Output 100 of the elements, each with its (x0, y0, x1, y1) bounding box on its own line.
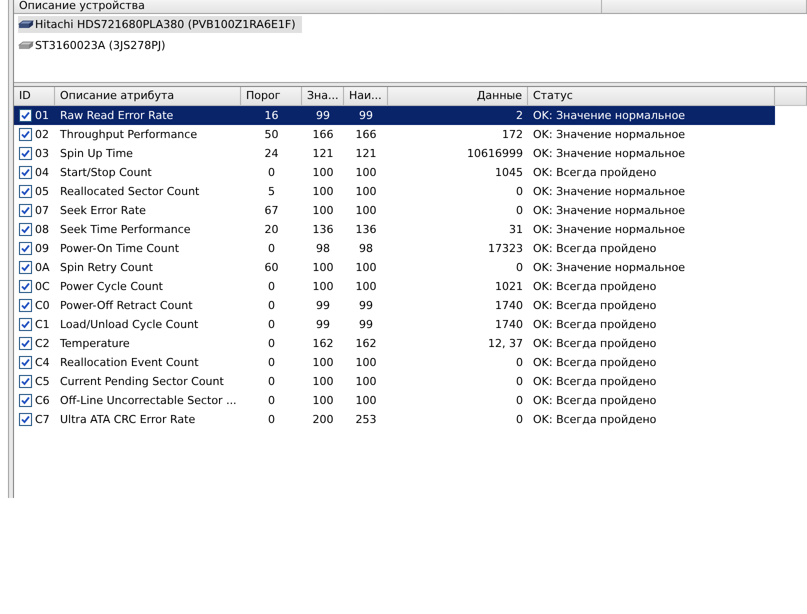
table-row[interactable]: C5 Current Pending Sector Count 0 100 100 0 OK: Всегда пройдено (14, 372, 775, 391)
table-cell-text: Spin Up Time (59, 147, 134, 160)
attribute-id: C4 (35, 356, 50, 369)
table-cell-text: 0 (267, 280, 276, 293)
table-row[interactable]: C4 Reallocation Event Count 0 100 100 0 OK: Всегда пройдено (14, 353, 775, 372)
table-cell-text: Load/Unload Cycle Count (59, 318, 200, 331)
checkbox[interactable] (19, 394, 32, 407)
device-item[interactable]: ST3160023A (3JS278PJ) (18, 37, 172, 54)
table-cell-text: 99 (358, 109, 374, 122)
table-cell-text: 1740 (494, 299, 524, 312)
table-cell-text: 100 (312, 394, 334, 407)
device-item[interactable]: Hitachi HDS721680PLA380 (PVB100Z1RA6E1F) (18, 16, 302, 33)
attribute-id: 07 (35, 204, 49, 217)
table-cell-text: 98 (358, 242, 374, 255)
checkbox[interactable] (19, 109, 32, 122)
table-cell-text: 200 (312, 413, 334, 426)
table-cell-text: Start/Stop Count (59, 166, 153, 179)
table-cell-text: OK: Значение нормальное (532, 223, 686, 236)
table-row[interactable]: C2 Temperature 0 162 162 12, 37 OK: Всегда пройдено (14, 334, 775, 353)
table-cell-text: 100 (312, 280, 334, 293)
table-cell-text: OK: Значение нормальное (532, 109, 686, 122)
table-cell-text: 99 (315, 299, 331, 312)
attribute-id: 08 (35, 223, 49, 236)
table-cell-text: 100 (312, 185, 334, 198)
table-row[interactable]: 0A Spin Retry Count 60 100 100 0 OK: Значение нормальное (14, 258, 775, 277)
table-cell-text: Ultra ATA CRC Error Rate (59, 413, 196, 426)
checkbox[interactable] (19, 204, 32, 217)
table-cell-text: OK: Всегда пройдено (532, 375, 658, 388)
checkbox[interactable] (19, 128, 32, 141)
attribute-id: C7 (35, 413, 50, 426)
checkbox[interactable] (19, 185, 32, 198)
table-cell-text: 60 (264, 261, 280, 274)
checkbox[interactable] (19, 166, 32, 179)
table-cell-text: OK: Значение нормальное (532, 204, 686, 217)
table-row[interactable]: 09 Power-On Time Count 0 98 98 17323 OK: Всегда пройдено (14, 239, 775, 258)
attribute-id: 01 (35, 109, 49, 122)
table-row[interactable]: C0 Power-Off Retract Count 0 99 99 1740 OK: Всегда пройдено (14, 296, 775, 315)
table-cell-text: 0 (267, 318, 276, 331)
table-cell-text: OK: Всегда пройдено (532, 280, 658, 293)
table-cell-text: 0 (515, 204, 524, 217)
table-row[interactable]: C1 Load/Unload Cycle Count 0 99 99 1740 OK: Всегда пройдено (14, 315, 775, 334)
checkbox[interactable] (19, 261, 32, 274)
hard-drive-icon (18, 40, 34, 50)
table-cell-text: 10616999 (466, 147, 524, 160)
checkbox[interactable] (19, 147, 32, 160)
checkbox[interactable] (19, 413, 32, 426)
table-cell-text: 100 (354, 280, 378, 293)
column-header[interactable]: Статус (528, 87, 775, 105)
column-header[interactable]: Зна... (302, 87, 344, 105)
table-row[interactable]: C6 Off-Line Uncorrectable Sector ... 0 100 100 0 OK: Всегда пройдено (14, 391, 775, 410)
splitter-bar[interactable] (14, 82, 807, 87)
table-row[interactable]: 01 Raw Read Error Rate 16 99 99 2 OK: Значение нормальное (14, 106, 775, 125)
table-cell-text: 0 (515, 261, 524, 274)
column-header[interactable]: ID (14, 87, 55, 105)
table-cell-text: 100 (312, 375, 334, 388)
table-cell-text: 50 (264, 128, 280, 141)
table-cell-text: 24 (264, 147, 280, 160)
checkbox[interactable] (19, 375, 32, 388)
table-cell-text: 99 (358, 299, 374, 312)
attribute-id: 09 (35, 242, 49, 255)
column-header[interactable]: Данные (388, 87, 528, 105)
table-cell-text: OK: Значение нормальное (532, 261, 686, 274)
table-cell-text: 136 (312, 223, 334, 236)
checkbox[interactable] (19, 318, 32, 331)
column-header[interactable]: Описание атрибута (55, 87, 241, 105)
table-row[interactable]: 04 Start/Stop Count 0 100 100 1045 OK: Всегда пройдено (14, 163, 775, 182)
column-header[interactable]: Порог (241, 87, 302, 105)
table-row[interactable]: 07 Seek Error Rate 67 100 100 0 OK: Значение нормальное (14, 201, 775, 220)
table-cell-text: OK: Всегда пройдено (532, 242, 658, 255)
table-cell-text: 99 (315, 109, 331, 122)
table-cell-text: Power-Off Retract Count (59, 299, 194, 312)
table-cell-text: 16 (264, 109, 280, 122)
checkbox[interactable] (19, 280, 32, 293)
table-row[interactable]: C7 Ultra ATA CRC Error Rate 0 200 253 0 OK: Всегда пройдено (14, 410, 775, 429)
table-row[interactable]: 02 Throughput Performance 50 166 166 172 OK: Значение нормальное (14, 125, 775, 144)
table-row[interactable]: 0C Power Cycle Count 0 100 100 1021 OK: Всегда пройдено (14, 277, 775, 296)
table-cell-text: 100 (312, 261, 334, 274)
splitter-bar[interactable] (9, 0, 14, 498)
column-header[interactable]: Наи... (344, 87, 388, 105)
checkbox[interactable] (19, 356, 32, 369)
table-row[interactable]: 08 Seek Time Performance 20 136 136 31 OK: Значение нормальное (14, 220, 775, 239)
checkbox[interactable] (19, 299, 32, 312)
checkbox[interactable] (19, 242, 32, 255)
table-cell-text: 31 (508, 223, 524, 236)
column-header[interactable]: Описание устройства (14, 0, 602, 13)
table-cell-text: 0 (267, 394, 276, 407)
table-cell-text: 172 (501, 128, 524, 141)
table-cell-text: OK: Всегда пройдено (532, 318, 658, 331)
table-cell-text: Throughput Performance (59, 128, 198, 141)
table-cell-text: 5 (267, 185, 276, 198)
table-row[interactable]: 03 Spin Up Time 24 121 121 10616999 OK: Значение нормальное (14, 144, 775, 163)
attribute-id: C1 (35, 318, 50, 331)
table-cell-text: OK: Всегда пройдено (532, 166, 658, 179)
attribute-id: 05 (35, 185, 49, 198)
table-cell-text: 100 (312, 204, 334, 217)
table-cell-text: 0 (515, 375, 524, 388)
table-cell-text: 166 (354, 128, 378, 141)
checkbox[interactable] (19, 337, 32, 350)
checkbox[interactable] (19, 223, 32, 236)
table-row[interactable]: 05 Reallocated Sector Count 5 100 100 0 OK: Значение нормальное (14, 182, 775, 201)
